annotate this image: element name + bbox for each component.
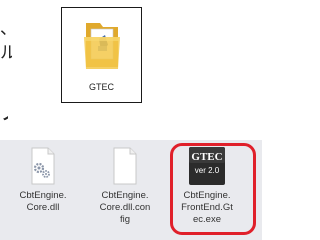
file-item-core-dll[interactable]: CbtEngine. Core.dll (6, 146, 80, 236)
file-name: CbtEngine. Core.dll.con fig (99, 190, 151, 225)
highlight-box (170, 143, 256, 235)
dll-gear-icon (24, 146, 62, 186)
text-fragment-2: ル (0, 44, 12, 62)
text-fragment-1: 、 (0, 20, 10, 38)
gtec-folder-item[interactable]: GTEC (61, 7, 142, 103)
folder-icon (82, 17, 122, 73)
file-item-core-dll-config[interactable]: CbtEngine. Core.dll.con fig (88, 146, 162, 236)
folder-label: GTEC (88, 82, 114, 92)
blank-file-icon (106, 146, 144, 186)
file-name: CbtEngine. Core.dll (19, 190, 67, 213)
text-fragment-3: ノ (0, 104, 8, 122)
